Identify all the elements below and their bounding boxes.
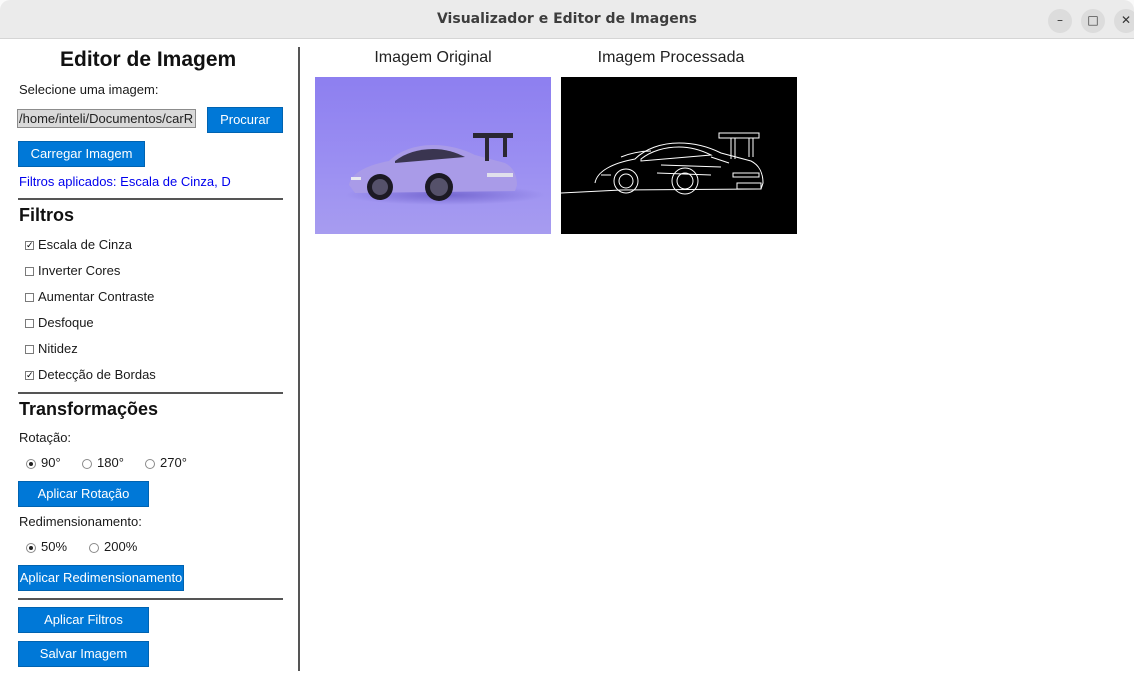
minimize-button[interactable]: –	[1048, 9, 1072, 33]
edge-label: Detecção de Bordas	[38, 367, 156, 382]
browse-button[interactable]: Procurar	[207, 107, 283, 133]
editor-heading: Editor de Imagem	[60, 48, 237, 71]
separator	[18, 392, 283, 394]
rotation-270-label: 270°	[160, 455, 187, 470]
window-title: Visualizador e Editor de Imagens	[436, 11, 698, 27]
resize-50-label: 50%	[41, 539, 68, 554]
maximize-icon: □	[1087, 13, 1099, 27]
window-titlebar: Visualizador e Editor de Imagens – □ ✕	[0, 0, 1134, 39]
blur-checkbox[interactable]	[25, 319, 34, 328]
close-icon: ✕	[1120, 13, 1132, 27]
original-image-title: Imagem Original	[374, 49, 492, 66]
load-image-button[interactable]: Carregar Imagem	[18, 141, 145, 167]
close-button[interactable]: ✕	[1114, 9, 1134, 33]
blur-label: Desfoque	[38, 315, 94, 330]
rotation-90-radio[interactable]	[26, 459, 36, 469]
contrast-label: Aumentar Contraste	[38, 289, 155, 304]
minimize-icon: –	[1057, 13, 1063, 27]
sharpen-label: Nitidez	[38, 341, 78, 356]
separator	[18, 198, 283, 200]
rotation-90-label: 90°	[41, 455, 61, 470]
rotation-label: Rotação:	[19, 430, 72, 445]
rotation-180-label: 180°	[97, 455, 124, 470]
maximize-button[interactable]: □	[1081, 9, 1105, 33]
image-path-input[interactable]: /home/inteli/Documentos/carR	[17, 109, 196, 128]
resize-200-radio[interactable]	[89, 543, 99, 553]
filters-heading: Filtros	[19, 205, 75, 225]
processed-image-title: Imagem Processada	[597, 49, 745, 66]
invert-checkbox[interactable]	[25, 267, 34, 276]
grayscale-checkbox[interactable]: ✓	[25, 241, 34, 251]
sharpen-checkbox[interactable]	[25, 345, 34, 354]
select-image-label: Selecione uma imagem:	[19, 82, 159, 97]
apply-resize-button[interactable]: Aplicar Redimensionamento	[18, 565, 184, 591]
original-image	[315, 77, 551, 234]
separator	[18, 598, 283, 600]
rotation-180-radio[interactable]	[82, 459, 92, 469]
panel-divider	[298, 47, 300, 671]
rotation-270-radio[interactable]	[145, 459, 155, 469]
resize-label: Redimensionamento:	[19, 514, 142, 529]
transforms-heading: Transformações	[19, 399, 159, 419]
resize-50-radio[interactable]	[26, 543, 36, 553]
processed-image	[561, 77, 797, 234]
applied-filters-text: Filtros aplicados: Escala de Cinza, D	[19, 174, 231, 189]
grayscale-label: Escala de Cinza	[38, 237, 132, 252]
apply-rotation-button[interactable]: Aplicar Rotação	[18, 481, 149, 507]
apply-filters-button[interactable]: Aplicar Filtros	[18, 607, 149, 633]
contrast-checkbox[interactable]	[25, 293, 34, 302]
invert-label: Inverter Cores	[38, 263, 121, 278]
save-image-button[interactable]: Salvar Imagem	[18, 641, 149, 667]
edge-checkbox[interactable]: ✓	[25, 371, 34, 381]
resize-200-label: 200%	[104, 539, 138, 554]
